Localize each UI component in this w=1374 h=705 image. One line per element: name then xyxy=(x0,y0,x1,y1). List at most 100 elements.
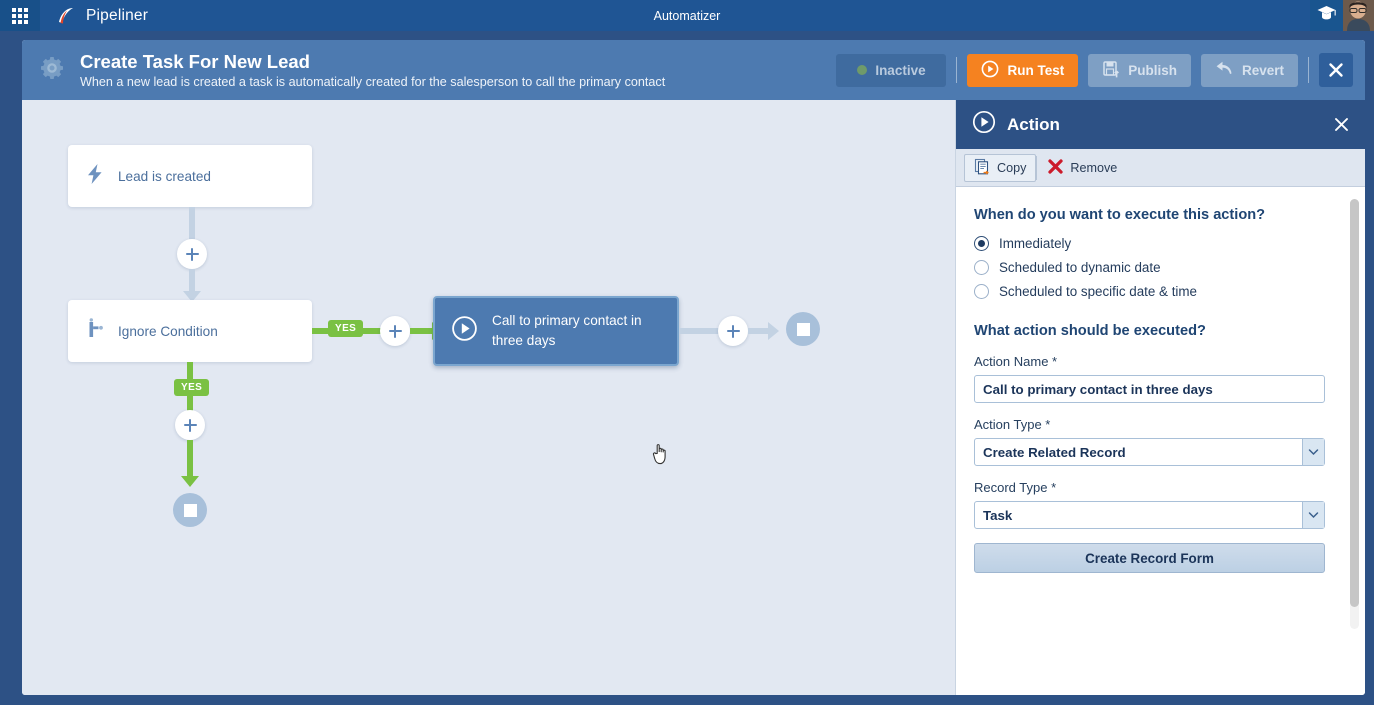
radio-icon xyxy=(974,236,989,251)
arrow-down-icon xyxy=(181,476,199,487)
red-x-icon xyxy=(1047,158,1064,178)
publish-button[interactable]: Publish xyxy=(1088,54,1191,87)
action-panel-toolbar: Copy Remove xyxy=(956,149,1365,187)
body: Lead is created Ignore Condition xyxy=(22,100,1365,695)
revert-arrow-icon xyxy=(1215,60,1234,80)
action-type-value: Create Related Record xyxy=(983,445,1126,460)
run-test-button[interactable]: Run Test xyxy=(967,54,1078,87)
revert-button[interactable]: Revert xyxy=(1201,54,1298,87)
connector-yes xyxy=(187,440,193,478)
run-test-label: Run Test xyxy=(1007,63,1064,78)
page-subtitle: When a new lead is created a task is aut… xyxy=(80,74,665,90)
field-record-type: Record Type * Task xyxy=(974,480,1337,529)
radio-label: Immediately xyxy=(999,236,1071,251)
flow-node-label: Lead is created xyxy=(118,169,211,184)
process-header: Create Task For New Lead When a new lead… xyxy=(22,40,1365,100)
yes-branch-label-right: YES xyxy=(328,320,363,337)
radio-label: Scheduled to dynamic date xyxy=(999,260,1161,275)
flow-canvas[interactable]: Lead is created Ignore Condition xyxy=(22,100,955,695)
copy-button[interactable]: Copy xyxy=(964,154,1036,182)
process-header-text: Create Task For New Lead When a new lead… xyxy=(80,50,665,90)
add-step-button-3[interactable] xyxy=(718,316,748,346)
revert-label: Revert xyxy=(1242,63,1284,78)
action-type-select[interactable]: Create Related Record xyxy=(974,438,1325,466)
radio-option-specific-date[interactable]: Scheduled to specific date & time xyxy=(974,284,1337,299)
app-frame: Create Task For New Lead When a new lead… xyxy=(0,31,1374,705)
radio-label: Scheduled to specific date & time xyxy=(999,284,1197,299)
header-actions: Inactive Run Test xyxy=(836,53,1353,87)
add-step-button-1[interactable] xyxy=(177,239,207,269)
action-panel-title: Action xyxy=(1007,115,1060,135)
flow-node-condition[interactable]: Ignore Condition xyxy=(68,300,312,362)
play-circle-icon xyxy=(972,110,996,139)
radio-icon xyxy=(974,284,989,299)
action-panel: Action xyxy=(955,100,1365,695)
connector xyxy=(189,269,195,293)
flow-node-trigger[interactable]: Lead is created xyxy=(68,145,312,207)
connector xyxy=(679,328,721,334)
copy-document-icon xyxy=(974,158,991,178)
divider xyxy=(956,57,957,83)
status-dot-icon xyxy=(857,65,867,75)
action-name-input[interactable]: Call to primary contact in three days xyxy=(974,375,1325,403)
publish-label: Publish xyxy=(1128,63,1177,78)
remove-button[interactable]: Remove xyxy=(1037,154,1127,182)
status-badge: Inactive xyxy=(836,54,946,87)
chevron-down-icon[interactable] xyxy=(1302,439,1324,465)
record-type-select[interactable]: Task xyxy=(974,501,1325,529)
graduation-cap-icon xyxy=(1317,5,1336,26)
avatar[interactable] xyxy=(1343,0,1374,31)
close-panel-button[interactable] xyxy=(1327,111,1355,139)
flow-node-action-selected[interactable]: Call to primary contact in three days xyxy=(433,296,679,366)
copy-label: Copy xyxy=(997,161,1026,175)
panel-scrollbar-thumb[interactable] xyxy=(1350,199,1359,607)
apps-launcher-button[interactable] xyxy=(0,0,40,31)
connector xyxy=(189,207,195,239)
play-circle-icon xyxy=(451,315,478,347)
apps-grid-icon xyxy=(12,8,28,24)
top-bar: Pipeliner Automatizer xyxy=(0,0,1374,31)
lightning-bolt-icon xyxy=(86,163,104,190)
divider xyxy=(1308,57,1309,83)
brand-name: Pipeliner xyxy=(86,7,148,25)
action-panel-header: Action xyxy=(956,100,1365,149)
yes-branch-label-down: YES xyxy=(174,379,209,396)
create-record-form-button[interactable]: Create Record Form xyxy=(974,543,1325,573)
radio-option-dynamic-date[interactable]: Scheduled to dynamic date xyxy=(974,260,1337,275)
radio-option-immediately[interactable]: Immediately xyxy=(974,236,1337,251)
top-bar-right xyxy=(1310,0,1374,31)
remove-label: Remove xyxy=(1070,161,1117,175)
field-action-name: Action Name * Call to primary contact in… xyxy=(974,354,1337,403)
connector-yes xyxy=(410,328,434,334)
stop-square-icon xyxy=(184,504,197,517)
status-label: Inactive xyxy=(875,63,925,78)
flow-node-stop-right[interactable] xyxy=(786,312,820,346)
radio-icon xyxy=(974,260,989,275)
action-panel-body: When do you want to execute this action?… xyxy=(956,187,1365,695)
brand[interactable]: Pipeliner xyxy=(55,5,148,27)
close-icon xyxy=(1327,61,1345,79)
close-icon xyxy=(1333,116,1350,133)
branch-condition-icon xyxy=(86,318,104,345)
app-title: Automatizer xyxy=(0,9,1374,23)
automatizer-window: Create Task For New Lead When a new lead… xyxy=(22,40,1365,695)
learning-button[interactable] xyxy=(1310,0,1343,31)
add-step-button-4[interactable] xyxy=(175,410,205,440)
action-name-label: Action Name * xyxy=(974,354,1337,369)
flow-node-label: Ignore Condition xyxy=(118,324,218,339)
stop-square-icon xyxy=(797,323,810,336)
add-step-button-2[interactable] xyxy=(380,316,410,346)
action-type-label: Action Type * xyxy=(974,417,1337,432)
panel-scrollbar-track[interactable] xyxy=(1350,199,1359,629)
play-circle-icon xyxy=(981,60,999,81)
arrow-right-icon xyxy=(768,322,779,340)
flow-node-stop-bottom[interactable] xyxy=(173,493,207,527)
action-section-title: What action should be executed? xyxy=(974,323,1337,339)
execute-section-title: When do you want to execute this action? xyxy=(974,207,1337,223)
page-title: Create Task For New Lead xyxy=(80,50,665,73)
mouse-cursor xyxy=(652,441,674,472)
connector xyxy=(748,328,770,334)
close-process-button[interactable] xyxy=(1319,53,1353,87)
save-disk-icon xyxy=(1102,60,1120,81)
chevron-down-icon[interactable] xyxy=(1302,502,1324,528)
